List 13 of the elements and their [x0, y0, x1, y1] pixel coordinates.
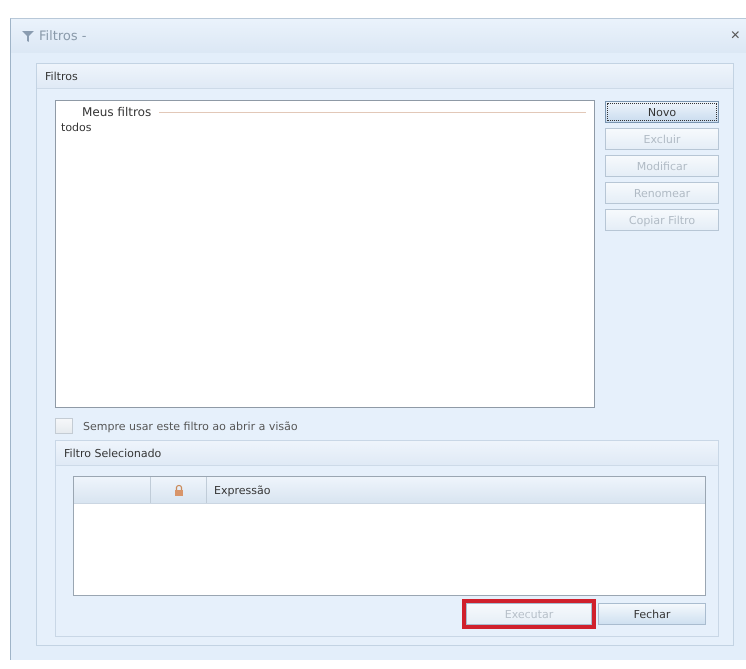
- column-header[interactable]: Expressão: [214, 484, 270, 496]
- section-title: Filtro Selecionado: [64, 446, 162, 460]
- side-button[interactable]: Novo: [605, 101, 719, 123]
- checkbox[interactable]: [55, 418, 73, 434]
- panel-title: Filtros: [45, 70, 78, 82]
- dialog-button[interactable]: Fechar: [598, 603, 706, 625]
- window-title: Filtros -: [39, 28, 86, 44]
- list-legend: Meus filtros: [82, 105, 152, 119]
- close-button[interactable]: ×: [730, 27, 740, 45]
- checkbox-label: Sempre usar este filtro ao abrir a visão: [83, 420, 298, 432]
- funnel-icon: [21, 29, 35, 43]
- lock-icon: [172, 484, 184, 496]
- filter-item[interactable]: todos: [56, 119, 594, 136]
